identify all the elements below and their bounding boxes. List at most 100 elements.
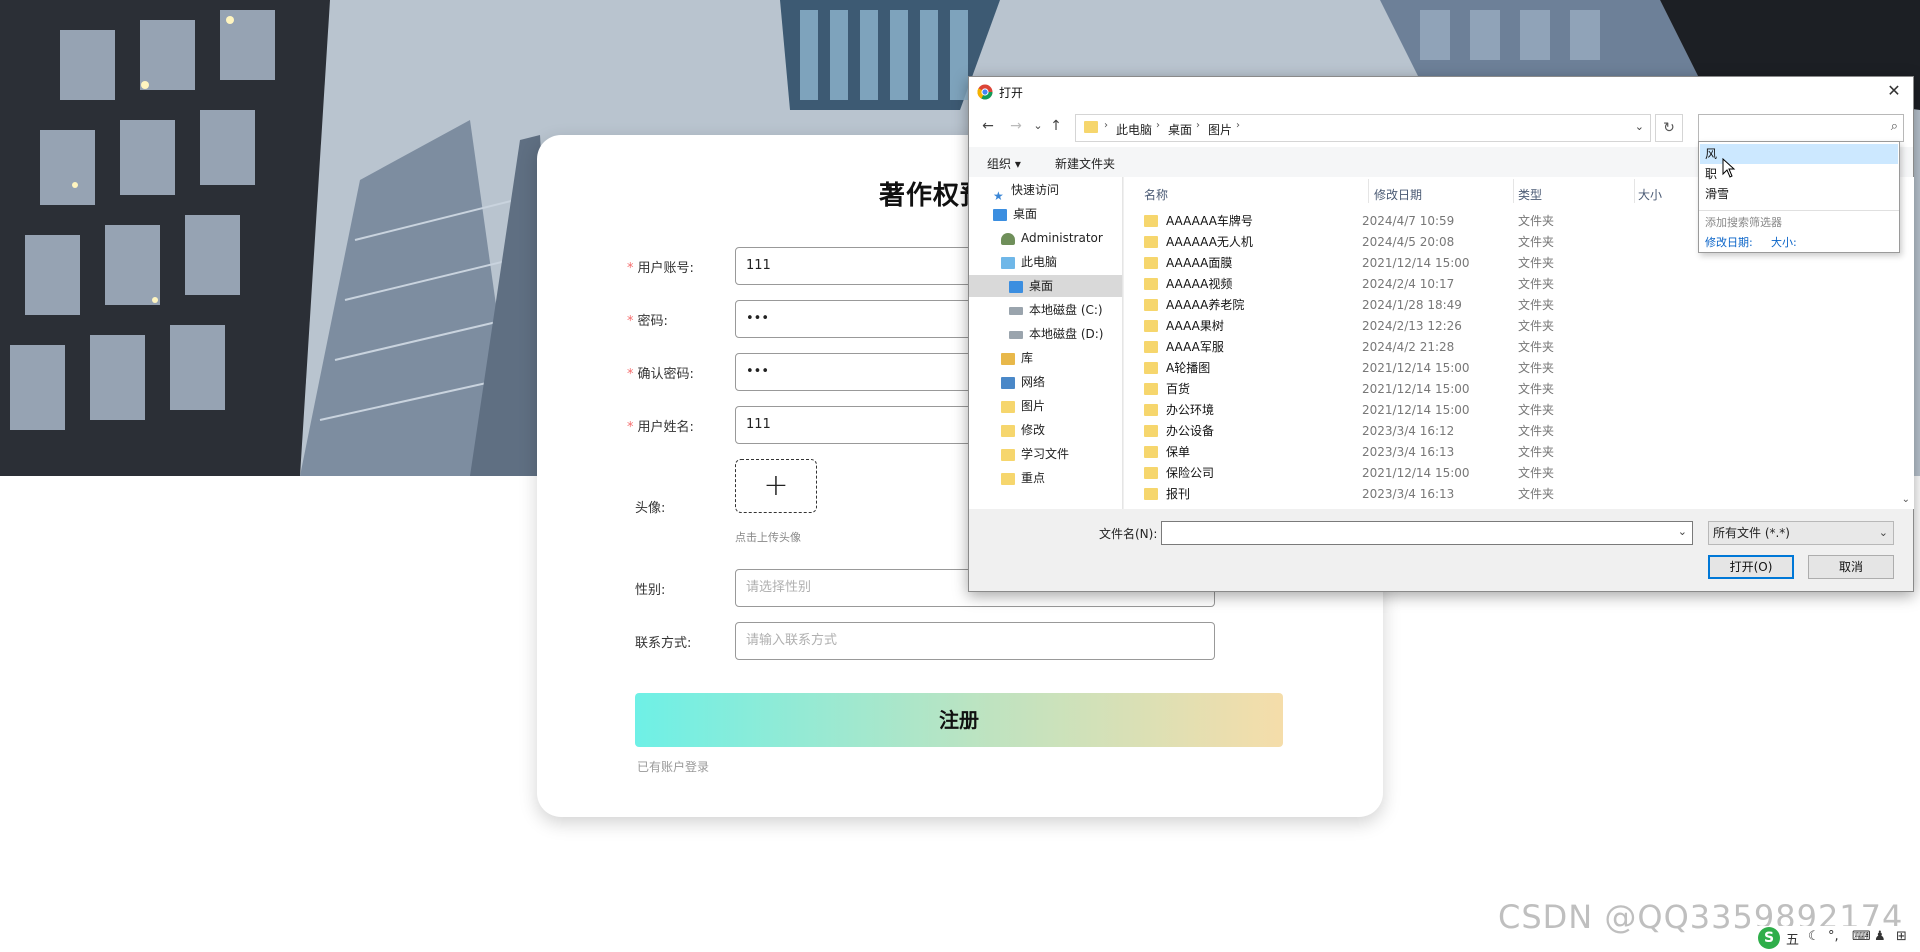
- add-search-filter-label: 添加搜索筛选器: [1705, 216, 1782, 229]
- file-row[interactable]: 办公设备 2023/3/4 16:12 文件夹: [1124, 421, 1894, 442]
- user-icon: [1001, 232, 1015, 245]
- star-icon: ★: [993, 188, 1004, 203]
- up-icon[interactable]: ↑: [1047, 117, 1065, 135]
- moon-icon[interactable]: ☾: [1808, 929, 1820, 944]
- nav-item-drive-d[interactable]: 本地磁盘 (D:): [1009, 323, 1103, 345]
- navigation-pane: ★ 快速访问 桌面 Administrator 此电脑 桌面 本地磁盘 (C:) …: [969, 177, 1123, 509]
- ime-mode-label[interactable]: 五: [1786, 929, 1799, 948]
- network-icon: [1001, 376, 1015, 389]
- required-mark: *: [627, 261, 634, 276]
- new-folder-button[interactable]: 新建文件夹: [1055, 155, 1115, 172]
- folder-icon: [1144, 278, 1158, 290]
- dialog-title: 打开: [999, 86, 1024, 100]
- nav-item-library[interactable]: 库: [1001, 347, 1033, 369]
- avatar-upload-button[interactable]: +: [735, 459, 817, 513]
- nav-item-network[interactable]: 网络: [1001, 371, 1045, 393]
- password-label: * 密码:: [627, 314, 668, 329]
- file-row[interactable]: A轮播图 2021/12/14 15:00 文件夹: [1124, 358, 1894, 379]
- folder-icon: [1001, 448, 1015, 461]
- nav-item-key[interactable]: 重点: [1001, 467, 1045, 489]
- library-icon: [1001, 352, 1015, 365]
- nav-item-desktop-selected[interactable]: 桌面: [969, 275, 1122, 297]
- column-header-type[interactable]: 类型: [1518, 186, 1542, 203]
- contact-label: 联系方式:: [635, 636, 692, 651]
- nav-item-administrator[interactable]: Administrator: [1001, 227, 1103, 249]
- chevron-down-icon[interactable]: ⌄: [1635, 120, 1644, 133]
- forward-icon[interactable]: →: [1007, 117, 1025, 135]
- breadcrumb-item[interactable]: 桌面: [1168, 121, 1192, 138]
- open-button[interactable]: 打开(O): [1708, 555, 1794, 579]
- folder-icon: [1144, 383, 1158, 395]
- file-row[interactable]: AAAAA视频 2024/2/4 10:17 文件夹: [1124, 274, 1894, 295]
- size-filter-link[interactable]: 大小:: [1771, 234, 1797, 250]
- nav-item-study[interactable]: 学习文件: [1001, 443, 1069, 465]
- confirm-password-label: * 确认密码:: [627, 367, 694, 382]
- file-row[interactable]: AAAAA养老院 2024/1/28 18:49 文件夹: [1124, 295, 1894, 316]
- close-icon[interactable]: ✕: [1883, 80, 1905, 102]
- filename-input[interactable]: ⌄: [1161, 521, 1693, 545]
- nav-item-pictures[interactable]: 图片: [1001, 395, 1045, 417]
- folder-icon: [1144, 320, 1158, 332]
- folder-icon: [1144, 404, 1158, 416]
- file-row[interactable]: 报刊 2023/3/4 16:13 文件夹: [1124, 484, 1894, 505]
- filename-label: 文件名(N):: [1099, 527, 1158, 541]
- filetype-select[interactable]: 所有文件 (*.*) ⌄: [1708, 521, 1894, 545]
- user-icon[interactable]: ♟: [1874, 929, 1886, 944]
- column-header-size[interactable]: 大小: [1638, 186, 1662, 203]
- cancel-button[interactable]: 取消: [1808, 555, 1894, 579]
- folder-icon: [1144, 446, 1158, 458]
- file-row[interactable]: AAAA果树 2024/2/13 12:26 文件夹: [1124, 316, 1894, 337]
- search-icon[interactable]: ⌕: [1891, 119, 1898, 134]
- nav-item-drive-c[interactable]: 本地磁盘 (C:): [1009, 299, 1103, 321]
- contact-input[interactable]: 请输入联系方式: [735, 622, 1215, 660]
- folder-icon: [1144, 257, 1158, 269]
- suggestion-item[interactable]: 滑雪: [1700, 184, 1898, 204]
- grid-icon[interactable]: ⊞: [1896, 929, 1907, 944]
- desktop-icon: [1009, 280, 1023, 293]
- avatar-tip: 点击上传头像: [735, 531, 801, 544]
- sogou-ime-icon[interactable]: S: [1758, 927, 1780, 949]
- recent-locations-icon[interactable]: ⌄: [1029, 117, 1047, 135]
- folder-icon: [1001, 424, 1015, 437]
- drive-icon: [1009, 330, 1023, 339]
- nav-item-quick-access[interactable]: ★ 快速访问: [993, 179, 1059, 203]
- breadcrumb-item[interactable]: 此电脑: [1116, 121, 1152, 138]
- keyboard-icon[interactable]: ⌨: [1852, 929, 1871, 944]
- avatar-label: 头像:: [635, 501, 666, 516]
- file-row[interactable]: 办公环境 2021/12/14 15:00 文件夹: [1124, 400, 1894, 421]
- file-row[interactable]: 保险公司 2021/12/14 15:00 文件夹: [1124, 463, 1894, 484]
- punct-icon[interactable]: °,: [1828, 929, 1839, 944]
- folder-icon: [1084, 121, 1098, 133]
- chevron-down-icon[interactable]: ⌄: [1678, 525, 1687, 538]
- column-header-date[interactable]: 修改日期: [1374, 186, 1422, 203]
- file-row[interactable]: 保单 2023/3/4 16:13 文件夹: [1124, 442, 1894, 463]
- folder-icon: [1144, 299, 1158, 311]
- desktop-icon: [993, 208, 1007, 221]
- pc-icon: [1001, 256, 1015, 269]
- folder-icon: [1144, 341, 1158, 353]
- refresh-icon[interactable]: ↻: [1655, 114, 1683, 142]
- login-link[interactable]: 已有账户登录: [637, 758, 709, 775]
- search-input[interactable]: ⌕: [1698, 114, 1904, 142]
- register-button[interactable]: 注册: [635, 693, 1283, 747]
- nav-item-this-pc[interactable]: 此电脑: [1001, 251, 1057, 273]
- back-icon[interactable]: ←: [979, 117, 997, 135]
- drive-icon: [1009, 306, 1023, 315]
- scroll-down-icon[interactable]: ⌄: [1902, 494, 1910, 505]
- nav-item-modify[interactable]: 修改: [1001, 419, 1045, 441]
- required-mark: *: [627, 420, 634, 435]
- file-row[interactable]: AAAAA面膜 2021/12/14 15:00 文件夹: [1124, 253, 1894, 274]
- gender-label: 性别:: [635, 583, 666, 598]
- address-bar[interactable]: › 此电脑 › 桌面 › 图片 › ⌄: [1075, 114, 1651, 142]
- username-label: * 用户姓名:: [627, 420, 694, 435]
- breadcrumb-item[interactable]: 图片: [1208, 121, 1232, 138]
- nav-item-desktop[interactable]: 桌面: [993, 203, 1037, 225]
- file-row[interactable]: AAAA军服 2024/4/2 21:28 文件夹: [1124, 337, 1894, 358]
- account-label: * 用户账号:: [627, 261, 694, 276]
- folder-icon: [1001, 472, 1015, 485]
- column-header-name[interactable]: 名称: [1144, 186, 1168, 203]
- dialog-titlebar[interactable]: 打开 ✕: [969, 77, 1913, 107]
- date-filter-link[interactable]: 修改日期:: [1705, 234, 1753, 250]
- organize-menu[interactable]: 组织 ▾: [987, 155, 1021, 172]
- file-row[interactable]: 百货 2021/12/14 15:00 文件夹: [1124, 379, 1894, 400]
